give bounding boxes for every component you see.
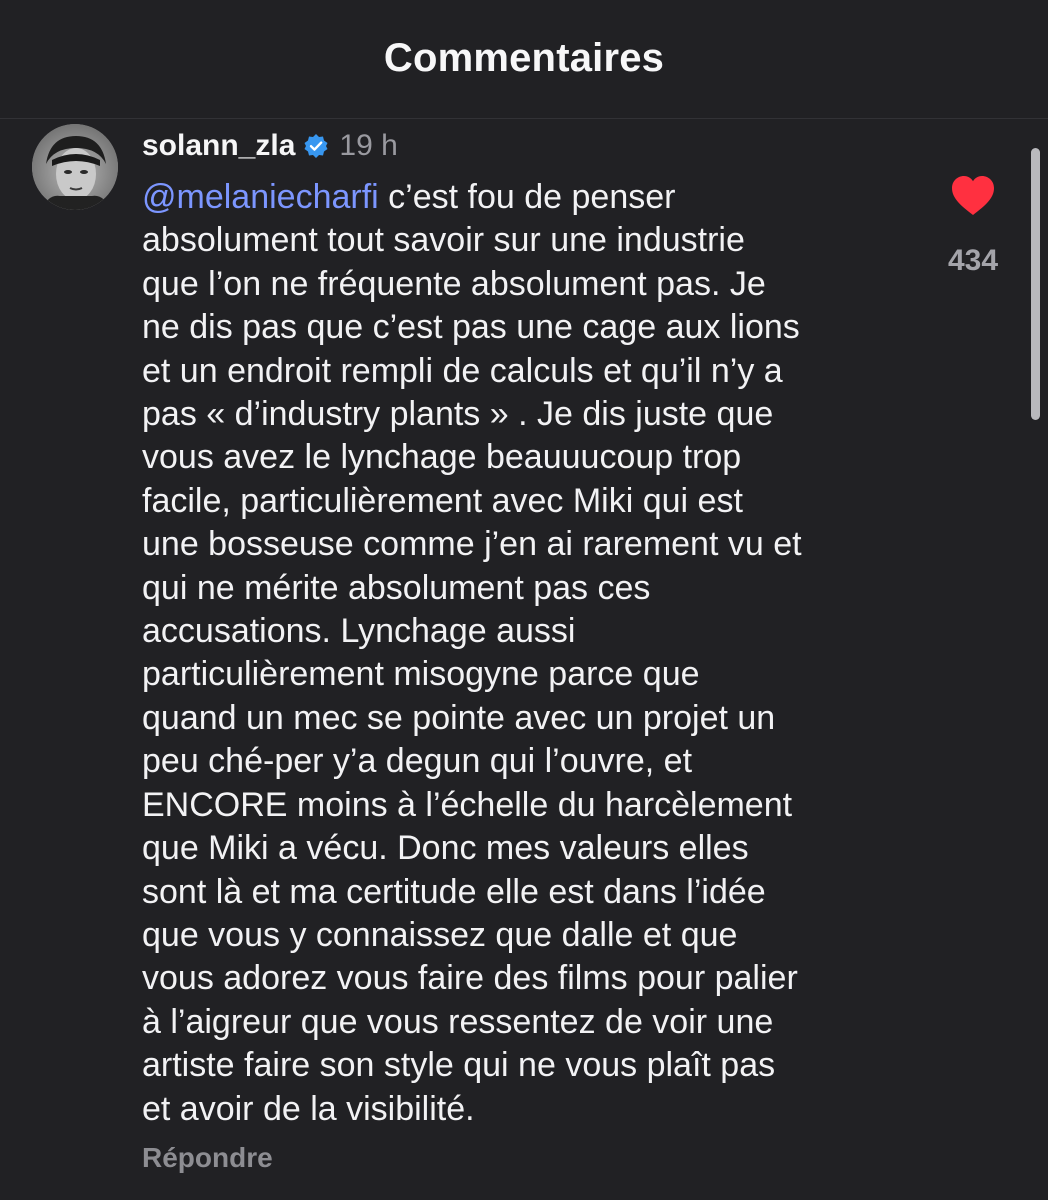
comments-header: Commentaires: [0, 0, 1048, 119]
comment-line: facile, particulièrement avec Miki qui e…: [142, 481, 743, 520]
comment-line: et avoir de la visibilité.: [142, 1089, 475, 1128]
comment-header: solann_zla 19 h: [142, 124, 398, 168]
reply-button[interactable]: Répondre: [142, 1142, 273, 1174]
comment-text: @melaniecharfi c’est fou de penser absol…: [142, 176, 932, 1131]
comment-line: ne dis pas que c’est pas une cage aux li…: [142, 308, 800, 347]
mention-link[interactable]: @melaniecharfi: [142, 178, 379, 216]
scrollbar[interactable]: [1031, 148, 1040, 420]
like-button[interactable]: [950, 174, 996, 218]
comment-line: qui ne mérite absolument pas ces: [142, 568, 651, 607]
verified-badge-icon: [303, 133, 329, 159]
comment-line: et un endroit rempli de calculs et qu’il…: [142, 351, 783, 390]
comment-line: artiste faire son style qui ne vous plaî…: [142, 1046, 776, 1085]
comment-line: ENCORE moins à l’échelle du harcèlement: [142, 785, 793, 824]
comment-line: à l’aigreur que vous ressentez de voir u…: [142, 1002, 774, 1041]
comment-line-text: c’est fou de penser: [378, 178, 676, 216]
comment-line: vous adorez vous faire des films pour pa…: [142, 959, 798, 998]
comment-line: une bosseuse comme j’en ai rarement vu e…: [142, 525, 802, 564]
avatar-image: [32, 124, 118, 210]
comment-line: quand un mec se pointe avec un projet un: [142, 698, 776, 737]
comment-line: que l’on ne fréquente absolument pas. Je: [142, 264, 766, 303]
comment-line: que Miki a vécu. Donc mes valeurs elles: [142, 829, 749, 868]
comment-author[interactable]: solann_zla: [142, 129, 295, 163]
comment-line: pas « d’industry plants » . Je dis juste…: [142, 395, 774, 434]
comment-line: peu ché-per y’a degun qui l’ouvre, et: [142, 742, 693, 781]
comment-line: que vous y connaissez que dalle et que: [142, 915, 738, 954]
comment-line: accusations. Lynchage aussi: [142, 612, 576, 651]
comment-line: absolument tout savoir sur une industrie: [142, 221, 745, 260]
page-title: Commentaires: [383, 36, 665, 80]
comment-timestamp: 19 h: [339, 129, 398, 162]
like-count: 434: [947, 244, 999, 277]
comment-line: sont là et ma certitude elle est dans l’…: [142, 872, 766, 911]
comment-line: @melaniecharfi c’est fou de penser: [142, 176, 932, 219]
comment-line: particulièrement misogyne parce que: [142, 655, 700, 694]
heart-icon: [952, 176, 994, 215]
avatar[interactable]: [32, 124, 118, 210]
comment-line: vous avez le lynchage beauuucoup trop: [142, 438, 742, 477]
